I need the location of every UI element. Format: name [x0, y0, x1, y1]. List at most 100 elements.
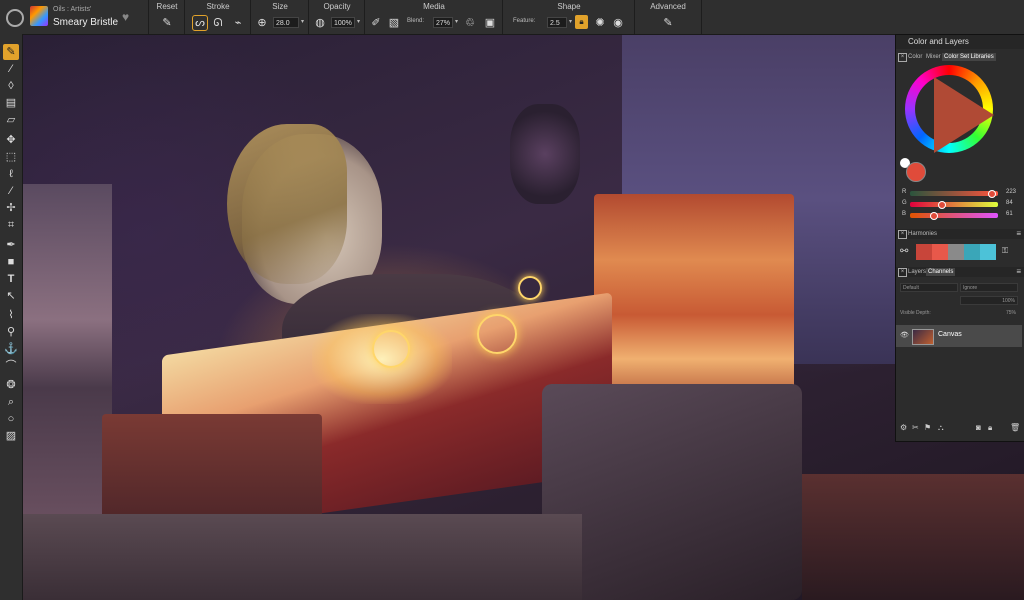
magnifier-icon[interactable]: ⌕: [3, 394, 19, 410]
red-value[interactable]: 223: [1006, 189, 1016, 195]
opacity-field[interactable]: 100%: [331, 17, 355, 28]
layer-mask-icon[interactable]: ⛬: [938, 423, 944, 433]
layer-opacity-field[interactable]: 100%: [960, 296, 1018, 305]
harmony-swatch-3[interactable]: [948, 244, 964, 260]
panel-title-bar[interactable]: Color and Layers: [896, 35, 1024, 49]
navigator-icon[interactable]: ▨: [3, 428, 19, 444]
lasso-icon[interactable]: ℓ: [3, 166, 19, 182]
paper-texture-icon[interactable]: ▧: [387, 16, 401, 30]
stroke-attributes-icon[interactable]: ⌁: [231, 16, 245, 30]
reset-brush-icon[interactable]: ✎: [160, 16, 174, 30]
blend-field[interactable]: 27%: [433, 17, 453, 28]
visible-depth-value[interactable]: 75%: [1006, 310, 1016, 316]
harmony-rule-icon[interactable]: ⚯: [900, 246, 908, 257]
new-layer-icon[interactable]: ◙: [976, 423, 981, 432]
left-book-stack: [22, 184, 112, 524]
burn-icon[interactable]: ⌒: [3, 358, 19, 374]
mirror-icon[interactable]: ❂: [3, 377, 19, 393]
visibility-eye-icon[interactable]: 👁︎: [900, 331, 909, 339]
dropper-icon[interactable]: ⁄: [3, 61, 19, 77]
paint-brush-icon[interactable]: ✐: [369, 16, 383, 30]
rotate-icon[interactable]: ○: [3, 411, 19, 427]
gradient-icon[interactable]: ▤: [3, 95, 19, 111]
brush-icon[interactable]: ✎: [3, 44, 19, 60]
menu-icon[interactable]: ≡: [1016, 229, 1021, 238]
document-canvas[interactable]: [22, 34, 1024, 600]
favorite-heart-icon[interactable]: ♥: [122, 10, 129, 24]
lock-layer-icon[interactable]: 🔒︎: [988, 423, 992, 433]
straight-stroke-icon[interactable]: ᘏ: [211, 16, 225, 30]
harmony-swatch-4[interactable]: [964, 244, 980, 260]
tab-mixer[interactable]: Mixer: [924, 53, 943, 61]
shape-label: Shape: [557, 2, 581, 11]
text-icon[interactable]: T: [3, 271, 19, 287]
layers-header: × Layers Channels ≡: [896, 267, 1024, 277]
lock-icon[interactable]: ⚿: [1002, 246, 1008, 256]
freehand-stroke-icon[interactable]: ᔕ: [192, 15, 208, 31]
magic-wand-icon[interactable]: ⁄: [3, 183, 19, 199]
blue-slider[interactable]: B 61: [900, 211, 1022, 220]
rubber-stamp-icon[interactable]: ⚲: [3, 324, 19, 340]
color-triangle[interactable]: [934, 77, 994, 153]
opacity-dropdown-icon[interactable]: ▾: [357, 18, 360, 25]
red-track[interactable]: [910, 190, 998, 198]
media-settings-icon[interactable]: ▣: [483, 16, 497, 30]
menu-icon[interactable]: ≡: [1016, 267, 1021, 276]
bristle-icon[interactable]: ✺: [593, 16, 607, 30]
new-group-icon[interactable]: ⚑: [924, 423, 931, 432]
feature-dropdown-icon[interactable]: ▾: [569, 18, 572, 25]
tab-channels[interactable]: Channels: [926, 268, 956, 276]
wet-paint-icon[interactable]: ♲: [463, 16, 477, 30]
red-slider[interactable]: R 223: [900, 189, 1022, 198]
harmony-swatch-5[interactable]: [980, 244, 996, 260]
rect-select-icon[interactable]: ⬚: [3, 149, 19, 165]
main-color-swatch[interactable]: [906, 162, 926, 182]
opacity-label: Opacity: [323, 2, 351, 11]
layer-name[interactable]: Canvas: [938, 331, 962, 338]
cloner-icon[interactable]: ⌇: [3, 307, 19, 323]
pen-icon[interactable]: ✒: [3, 237, 19, 253]
green-value[interactable]: 84: [1006, 200, 1013, 206]
blue-track[interactable]: [910, 212, 998, 220]
tab-color[interactable]: Color: [906, 53, 924, 61]
green-track[interactable]: [910, 201, 998, 209]
composite-depth-select[interactable]: Ignore: [960, 283, 1018, 292]
crop-icon[interactable]: ⌗: [3, 217, 19, 233]
feature-field[interactable]: 2.5: [547, 17, 567, 28]
advanced-brush-icon[interactable]: ✎: [661, 16, 675, 30]
blue-knob[interactable]: [930, 212, 938, 220]
brush-selector[interactable]: Oils : Artists' Smeary Bristle ♥: [0, 0, 145, 34]
brush-library-icon[interactable]: [6, 9, 24, 27]
harmony-swatch-2[interactable]: [932, 244, 948, 260]
size-dropdown-icon[interactable]: ▾: [301, 18, 304, 25]
green-slider[interactable]: G 84: [900, 200, 1022, 209]
bucket-icon[interactable]: ◊: [3, 78, 19, 94]
layer-item-canvas[interactable]: 👁︎ Canvas: [896, 325, 1022, 347]
blue-value[interactable]: 61: [1006, 211, 1013, 217]
red-knob[interactable]: [988, 190, 996, 198]
trash-icon[interactable]: 🗑︎: [1010, 423, 1020, 432]
blend-label: Blend:: [407, 18, 425, 24]
composite-method-select[interactable]: Default: [900, 283, 958, 292]
harmony-swatch-1[interactable]: [916, 244, 932, 260]
panel-title: Color and Layers: [908, 37, 969, 46]
brush-category: Oils : Artists': [53, 6, 92, 13]
dodge-icon[interactable]: ⚓: [3, 341, 19, 357]
shape-icon[interactable]: ■: [3, 254, 19, 270]
property-bar: Oils : Artists' Smeary Bristle ♥ Reset ✎…: [0, 0, 1024, 35]
shape-settings-icon[interactable]: ◉: [611, 16, 625, 30]
green-knob[interactable]: [938, 201, 946, 209]
eraser-icon[interactable]: ▱: [3, 112, 19, 128]
size-field[interactable]: 28.0: [273, 17, 299, 28]
layer-adjuster-icon[interactable]: ✥: [3, 132, 19, 148]
path-select-icon[interactable]: ↖: [3, 288, 19, 304]
dynamic-plugins-icon[interactable]: ✂: [912, 423, 919, 432]
transform-icon[interactable]: ✢: [3, 200, 19, 216]
layer-commands-icon[interactable]: ⚙: [900, 423, 907, 432]
skull-ornament: [510, 104, 580, 204]
lock-icon[interactable]: 🔒︎: [575, 15, 588, 29]
blend-dropdown-icon[interactable]: ▾: [455, 18, 458, 25]
tab-layers[interactable]: Layers: [906, 268, 928, 276]
tab-harmonies[interactable]: Harmonies: [906, 230, 939, 238]
tab-color-set-libraries[interactable]: Color Set Libraries: [942, 53, 996, 61]
